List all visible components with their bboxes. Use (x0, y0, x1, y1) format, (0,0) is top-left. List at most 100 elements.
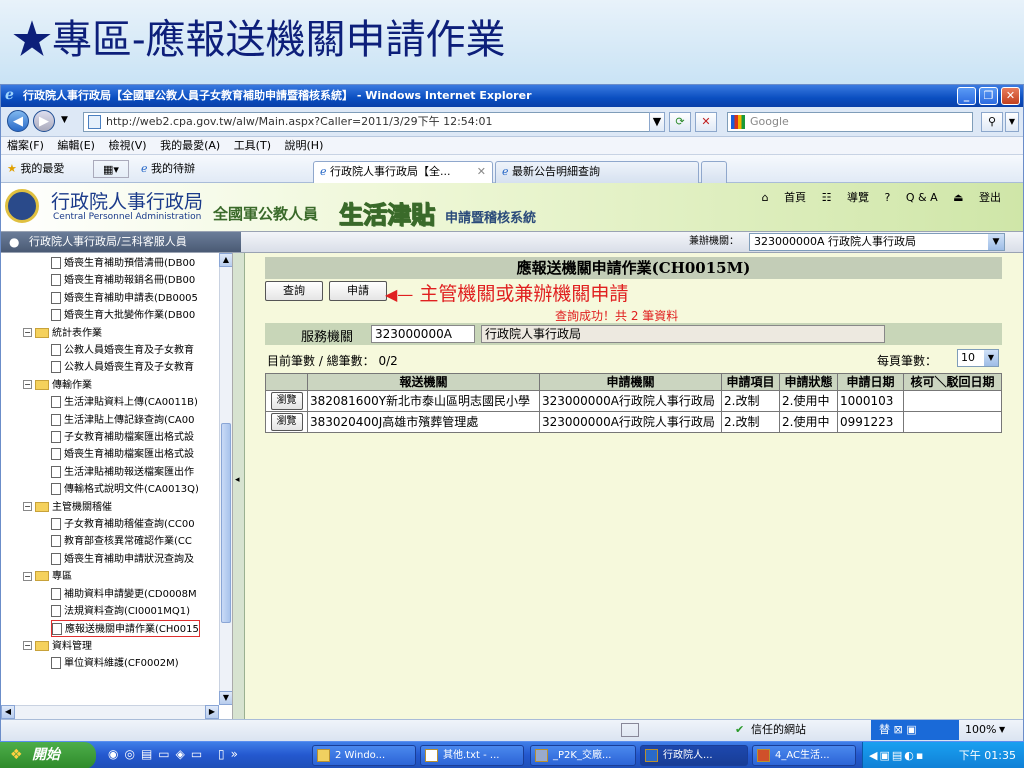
qa-link[interactable]: ? Q & A (885, 191, 938, 204)
tree-label: 生活津貼資料上傳(CA0011B) (64, 397, 198, 409)
maximize-button[interactable]: ❐ (979, 87, 998, 105)
quick-tabs-icon[interactable]: ▦▾ (93, 160, 129, 178)
collapse-icon[interactable]: − (23, 641, 32, 651)
document-icon (51, 483, 61, 496)
document-icon (51, 587, 61, 600)
document-icon (51, 309, 61, 322)
menu-favorites[interactable]: 我的最愛(A) (160, 139, 220, 152)
zoom-level[interactable]: 100% (965, 720, 996, 740)
tree-item[interactable]: 公教人員婚喪生育及子女教育 (51, 342, 194, 359)
search-options-button[interactable]: ▼ (1005, 112, 1019, 132)
task-windows-group[interactable]: 2 Windo... (312, 745, 416, 766)
tab-close-icon[interactable]: ✕ (477, 162, 486, 182)
menu-file[interactable]: 檔案(F) (7, 139, 44, 152)
minimize-button[interactable]: _ (957, 87, 976, 105)
collapse-arrow-icon[interactable]: ◂ (235, 475, 240, 485)
tree-label: 婚喪生育補助申請表(DB0005 (64, 292, 198, 304)
browse-button[interactable]: 瀏覽 (270, 413, 303, 431)
tree-folder[interactable]: − 主管機關稽催 (23, 499, 112, 516)
new-tab-button[interactable] (701, 161, 727, 183)
tree-item[interactable]: 補助資料申請變更(CD0008M (51, 586, 197, 603)
document-icon (51, 518, 61, 530)
refresh-icon[interactable]: ⟳ (669, 112, 691, 132)
tree-item[interactable]: 子女教育補助檔案匯出格式設 (51, 429, 194, 446)
tree-item[interactable]: 婚喪生育補助預借清冊(DB00 (51, 255, 195, 272)
search-input[interactable]: Google (727, 112, 973, 132)
logout-link[interactable]: ⏏ 登出 (953, 191, 1001, 204)
scrollbar-thumb[interactable] (221, 423, 231, 623)
back-button[interactable]: ◀ (7, 110, 29, 132)
task-ie[interactable]: 行政院人... (640, 745, 748, 766)
tree-item[interactable]: 子女教育補助稽催查詢(CC00 (51, 516, 195, 533)
tree-folder[interactable]: − 資料管理 (23, 638, 92, 655)
table-header-row: 報送機關 申請機關 申請項目 申請狀態 申請日期 核可＼駁回日期 (265, 373, 1002, 391)
scroll-down-icon[interactable]: ▼ (219, 691, 232, 705)
tree-item[interactable]: 法規資料查詢(CI0001MQ1) (51, 603, 190, 620)
tree-item[interactable]: 生活津貼補助報送檔案匯出作 (51, 464, 194, 481)
tree-item[interactable]: 公教人員婚喪生育及子女教育 (51, 359, 194, 376)
tree-item[interactable]: 婚喪生育補助報銷名冊(DB00 (51, 272, 195, 289)
tree-folder[interactable]: − 統計表作業 (23, 325, 102, 342)
forward-button[interactable]: ▶ (33, 110, 55, 132)
tree-item[interactable]: 應報送機關申請作業(CH0015 (51, 620, 200, 638)
agency-select[interactable]: 323000000A 行政院人事行政局 ▼ (749, 233, 1005, 251)
tab-cpa-main[interactable]: ℯ 行政院人事行政局【全... ✕ (313, 161, 493, 183)
col-report-agency: 報送機關 (307, 373, 540, 391)
scroll-up-icon[interactable]: ▲ (219, 253, 232, 267)
window-title: 行政院人事行政局【全國軍公教人員子女教育補助申請暨稽核系統】 - Windows… (23, 89, 532, 102)
url-dropdown-button[interactable]: ▼ (649, 112, 665, 132)
tray-icons[interactable]: ◀▣▤◐▪ (869, 742, 925, 768)
task-notepad[interactable]: 其他.txt - ... (420, 745, 524, 766)
favorites-button[interactable]: ★ 我的最愛 (7, 160, 64, 178)
url-input[interactable]: http://web2.cpa.gov.tw/alw/Main.aspx?Cal… (83, 112, 663, 132)
task-p2k[interactable]: _P2K_交廠... (530, 745, 636, 766)
ime-toolbar[interactable]: 替 ⊠ ▣ (871, 720, 959, 740)
zoom-dropdown-icon[interactable]: ▼ (999, 720, 1005, 740)
tree-item[interactable]: 生活津貼資料上傳(CA0011B) (51, 394, 198, 411)
collapse-icon[interactable]: − (23, 502, 32, 512)
quick-launch[interactable]: ◉◎▤▭◈▭ ▯» (108, 747, 244, 761)
favorite-waiting-link[interactable]: ℯ 我的待辦 (141, 160, 195, 178)
menu-view[interactable]: 檢視(V) (108, 139, 146, 152)
tree-item[interactable]: 單位資料維護(CF0002M) (51, 655, 179, 672)
task-powerpoint[interactable]: 4_AC生活... (752, 745, 856, 766)
tree-item[interactable]: 教育部查核異常確認作業(CC (51, 533, 192, 550)
menu-help[interactable]: 說明(H) (285, 139, 324, 152)
menu-tools[interactable]: 工具(T) (234, 139, 271, 152)
history-dropdown-icon[interactable]: ▼ (61, 115, 68, 125)
scroll-left-icon[interactable]: ◀ (1, 705, 15, 719)
guide-link[interactable]: ☷ 導覽 (822, 191, 869, 204)
tree-item[interactable]: 婚喪生育大批變佈作業(DB00 (51, 307, 195, 324)
menu-edit[interactable]: 編輯(E) (57, 139, 95, 152)
tab-announcement[interactable]: ℯ 最新公告明細查詢 (495, 161, 699, 183)
tree-item[interactable]: 婚喪生育補助申請表(DB0005 (51, 290, 198, 307)
collapse-icon[interactable]: − (23, 328, 32, 338)
tree-label: 公教人員婚喪生育及子女教育 (64, 362, 194, 374)
site-banner: 行政院人事行政局 Central Personnel Administratio… (1, 183, 1023, 231)
tree-item[interactable]: 傳輸格式說明文件(CA0013Q) (51, 481, 199, 498)
collapse-icon[interactable]: − (23, 380, 32, 390)
start-button[interactable]: ❖ 開始 (0, 742, 96, 768)
tree-item[interactable]: 生活津貼上傳記錄查詢(CA00 (51, 412, 194, 429)
tree-horizontal-scrollbar[interactable] (1, 705, 219, 719)
status-bar: ✔ 信任的網站 替 ⊠ ▣ 100% ▼ (1, 719, 1023, 741)
search-icon[interactable]: ⚲ (981, 112, 1003, 132)
page-size-select[interactable]: 10 ▼ (957, 349, 999, 367)
scroll-right-icon[interactable]: ▶ (205, 705, 219, 719)
document-icon (52, 623, 62, 636)
trusted-zone[interactable]: 信任的網站 (751, 720, 806, 740)
col-apply-status: 申請狀態 (779, 373, 838, 391)
home-link[interactable]: ⌂ 首頁 (762, 191, 806, 204)
apply-button[interactable]: 申請 (329, 281, 387, 301)
stop-icon[interactable]: ✕ (695, 112, 717, 132)
panel-splitter[interactable]: ◂ (233, 253, 245, 719)
query-button[interactable]: 查詢 (265, 281, 323, 301)
tree-item[interactable]: 婚喪生育補助申請狀況查詢及 (51, 551, 194, 568)
collapse-icon[interactable]: − (23, 571, 32, 581)
service-agency-code[interactable]: 323000000A (371, 325, 475, 343)
tree-item[interactable]: 婚喪生育補助檔案匯出格式設 (51, 446, 194, 463)
tree-folder[interactable]: − 專區 (23, 568, 72, 585)
browse-button[interactable]: 瀏覽 (270, 392, 303, 410)
close-button[interactable]: ✕ (1001, 87, 1020, 105)
tree-folder[interactable]: − 傳輸作業 (23, 377, 92, 394)
